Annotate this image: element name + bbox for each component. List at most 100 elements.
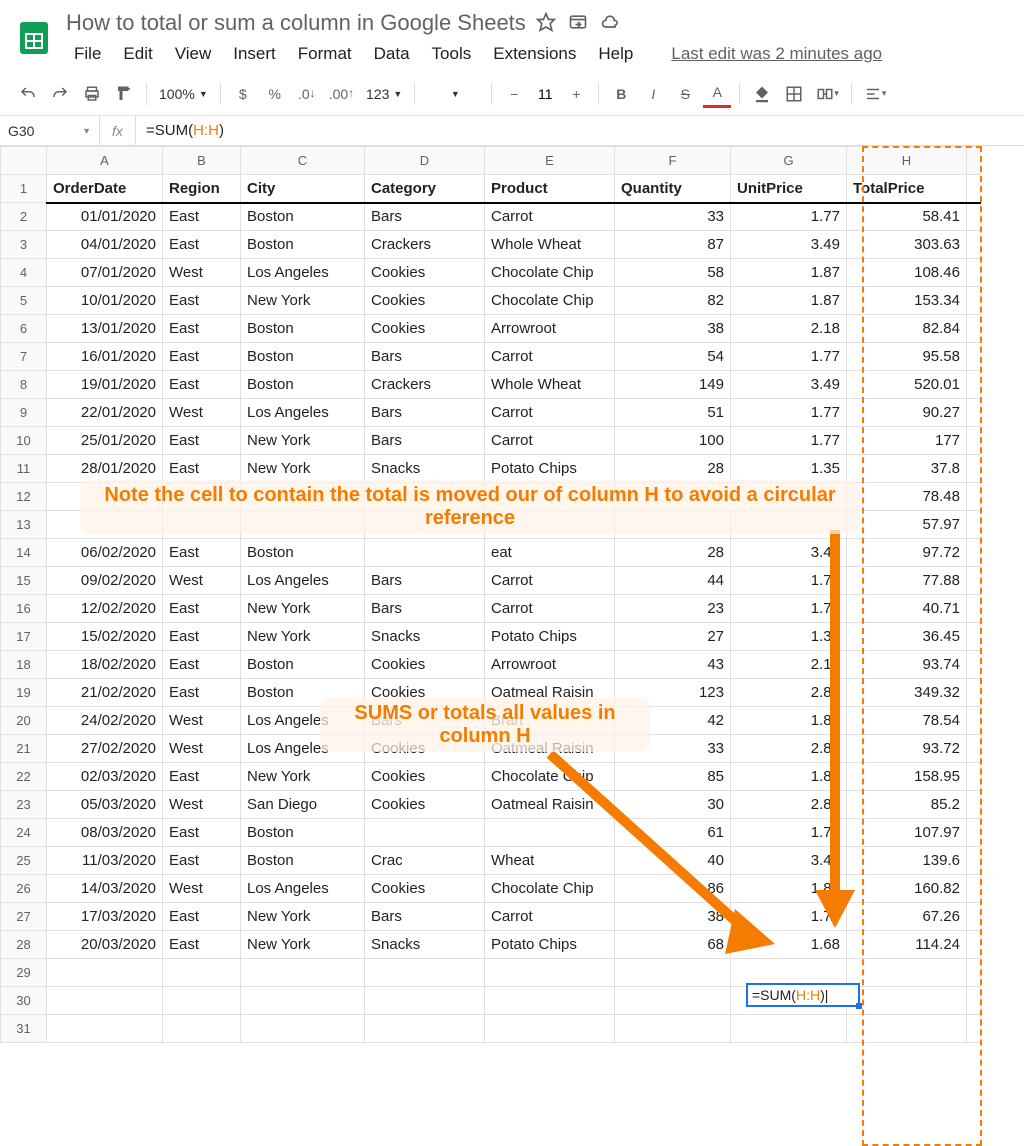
cell-D27[interactable]: Bars — [365, 903, 485, 931]
star-icon[interactable] — [536, 12, 556, 35]
cell-C4[interactable]: Los Angeles — [241, 259, 365, 287]
row-header-21[interactable]: 21 — [1, 735, 47, 763]
cell-B30[interactable] — [163, 987, 241, 1015]
row-header-11[interactable]: 11 — [1, 455, 47, 483]
cell-F30[interactable] — [615, 987, 731, 1015]
cell-F11[interactable]: 28 — [615, 455, 731, 483]
row-header-2[interactable]: 2 — [1, 203, 47, 231]
cell-E11[interactable]: Potato Chips — [485, 455, 615, 483]
cell-B31[interactable] — [163, 1015, 241, 1043]
row-header-15[interactable]: 15 — [1, 567, 47, 595]
cell-B10[interactable]: East — [163, 427, 241, 455]
font-size-inc[interactable]: + — [562, 80, 590, 108]
cell-D14[interactable] — [365, 539, 485, 567]
cell-D16[interactable]: Bars — [365, 595, 485, 623]
cell-B11[interactable]: East — [163, 455, 241, 483]
cell-D17[interactable]: Snacks — [365, 623, 485, 651]
cell-H20[interactable]: 78.54 — [847, 707, 967, 735]
cell-A18[interactable]: 18/02/2020 — [47, 651, 163, 679]
cell-E9[interactable]: Carrot — [485, 399, 615, 427]
row-header-8[interactable]: 8 — [1, 371, 47, 399]
cell-B4[interactable]: West — [163, 259, 241, 287]
cell-H13[interactable]: 57.97 — [847, 511, 967, 539]
cell-A9[interactable]: 22/01/2020 — [47, 399, 163, 427]
cell-A11[interactable]: 28/01/2020 — [47, 455, 163, 483]
row-header-7[interactable]: 7 — [1, 343, 47, 371]
menu-edit[interactable]: Edit — [115, 42, 160, 66]
cell-B7[interactable]: East — [163, 343, 241, 371]
cell-F17[interactable]: 27 — [615, 623, 731, 651]
cell-F15[interactable]: 44 — [615, 567, 731, 595]
currency-button[interactable]: $ — [229, 80, 257, 108]
cell-B29[interactable] — [163, 959, 241, 987]
cell-E30[interactable] — [485, 987, 615, 1015]
col-header-G[interactable]: G — [731, 147, 847, 175]
cell-F1[interactable]: Quantity — [615, 175, 731, 203]
cell-H4[interactable]: 108.46 — [847, 259, 967, 287]
dec-decimal-button[interactable]: .0↓ — [293, 80, 321, 108]
row-header-31[interactable]: 31 — [1, 1015, 47, 1043]
cell-C30[interactable] — [241, 987, 365, 1015]
cell-B23[interactable]: West — [163, 791, 241, 819]
cell-E2[interactable]: Carrot — [485, 203, 615, 231]
row-header-13[interactable]: 13 — [1, 511, 47, 539]
cell-D29[interactable] — [365, 959, 485, 987]
cell-G10[interactable]: 1.77 — [731, 427, 847, 455]
cell-A1[interactable]: OrderDate — [47, 175, 163, 203]
number-format-dropdown[interactable]: 123▼ — [362, 80, 406, 108]
cell-E3[interactable]: Whole Wheat — [485, 231, 615, 259]
col-header-H[interactable]: H — [847, 147, 967, 175]
cell-E1[interactable]: Product — [485, 175, 615, 203]
cell-G31[interactable] — [731, 1015, 847, 1043]
cell-A17[interactable]: 15/02/2020 — [47, 623, 163, 651]
cell-F10[interactable]: 100 — [615, 427, 731, 455]
col-header-F[interactable]: F — [615, 147, 731, 175]
cell-C8[interactable]: Boston — [241, 371, 365, 399]
cell-B28[interactable]: East — [163, 931, 241, 959]
cell-D4[interactable]: Cookies — [365, 259, 485, 287]
cell-G8[interactable]: 3.49 — [731, 371, 847, 399]
cell-D3[interactable]: Crackers — [365, 231, 485, 259]
cell-G5[interactable]: 1.87 — [731, 287, 847, 315]
cell-B8[interactable]: East — [163, 371, 241, 399]
cell-F8[interactable]: 149 — [615, 371, 731, 399]
cell-C15[interactable]: Los Angeles — [241, 567, 365, 595]
cell-G11[interactable]: 1.35 — [731, 455, 847, 483]
fill-color-icon[interactable] — [748, 80, 776, 108]
row-header-6[interactable]: 6 — [1, 315, 47, 343]
cell-G1[interactable]: UnitPrice — [731, 175, 847, 203]
row-header-27[interactable]: 27 — [1, 903, 47, 931]
cell-D30[interactable] — [365, 987, 485, 1015]
cell-A22[interactable]: 02/03/2020 — [47, 763, 163, 791]
strikethrough-button[interactable]: S — [671, 80, 699, 108]
row-header-9[interactable]: 9 — [1, 399, 47, 427]
cell-A7[interactable]: 16/01/2020 — [47, 343, 163, 371]
sheets-logo[interactable] — [14, 10, 54, 66]
cell-A14[interactable]: 06/02/2020 — [47, 539, 163, 567]
doc-title[interactable]: How to total or sum a column in Google S… — [66, 10, 526, 36]
cell-G4[interactable]: 1.87 — [731, 259, 847, 287]
row-header-25[interactable]: 25 — [1, 847, 47, 875]
cell-D25[interactable]: Crac — [365, 847, 485, 875]
row-header-4[interactable]: 4 — [1, 259, 47, 287]
cell-H3[interactable]: 303.63 — [847, 231, 967, 259]
cell-C6[interactable]: Boston — [241, 315, 365, 343]
cell-F9[interactable]: 51 — [615, 399, 731, 427]
cell-E16[interactable]: Carrot — [485, 595, 615, 623]
cell-G2[interactable]: 1.77 — [731, 203, 847, 231]
cell-A5[interactable]: 10/01/2020 — [47, 287, 163, 315]
cell-H11[interactable]: 37.8 — [847, 455, 967, 483]
cell-H6[interactable]: 82.84 — [847, 315, 967, 343]
italic-button[interactable]: I — [639, 80, 667, 108]
cell-B16[interactable]: East — [163, 595, 241, 623]
col-header-B[interactable]: B — [163, 147, 241, 175]
cell-B22[interactable]: East — [163, 763, 241, 791]
cell-G7[interactable]: 1.77 — [731, 343, 847, 371]
cloud-icon[interactable] — [600, 12, 620, 35]
cell-D24[interactable] — [365, 819, 485, 847]
cell-C11[interactable]: New York — [241, 455, 365, 483]
row-header-18[interactable]: 18 — [1, 651, 47, 679]
select-all-corner[interactable] — [1, 147, 47, 175]
menu-data[interactable]: Data — [366, 42, 418, 66]
redo-icon[interactable] — [46, 80, 74, 108]
